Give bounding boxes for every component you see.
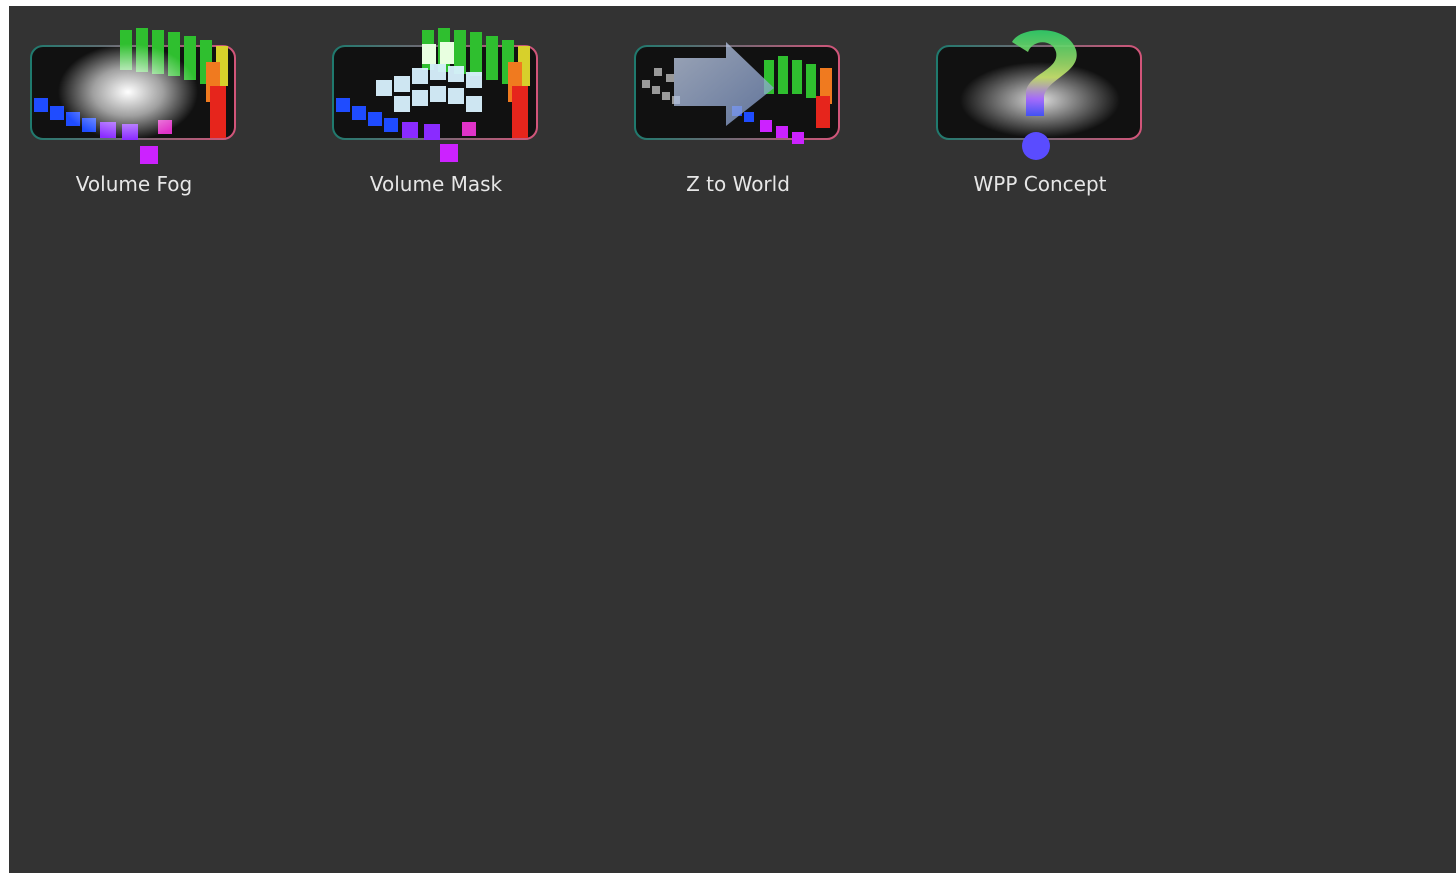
tile-z-to-world[interactable]: Z to World [613, 16, 863, 206]
tile-volume-fog[interactable]: Volume Fog [9, 16, 259, 206]
wpp-concept-icon [936, 30, 1142, 160]
z-to-world-icon [634, 42, 840, 144]
tile-label: WPP Concept [973, 172, 1107, 196]
tile-wpp-concept[interactable]: WPP Concept [915, 16, 1165, 206]
tool-browser-panel: Volume Fog Volume Mask Z to World WPP Co… [9, 6, 1456, 873]
volume-fog-icon [30, 28, 236, 164]
volume-mask-icon [332, 28, 538, 162]
tile-label: Z to World [686, 172, 790, 196]
tile-label: Volume Fog [75, 172, 193, 196]
tile-volume-mask[interactable]: Volume Mask [311, 16, 561, 206]
tile-label: Volume Mask [369, 172, 503, 196]
